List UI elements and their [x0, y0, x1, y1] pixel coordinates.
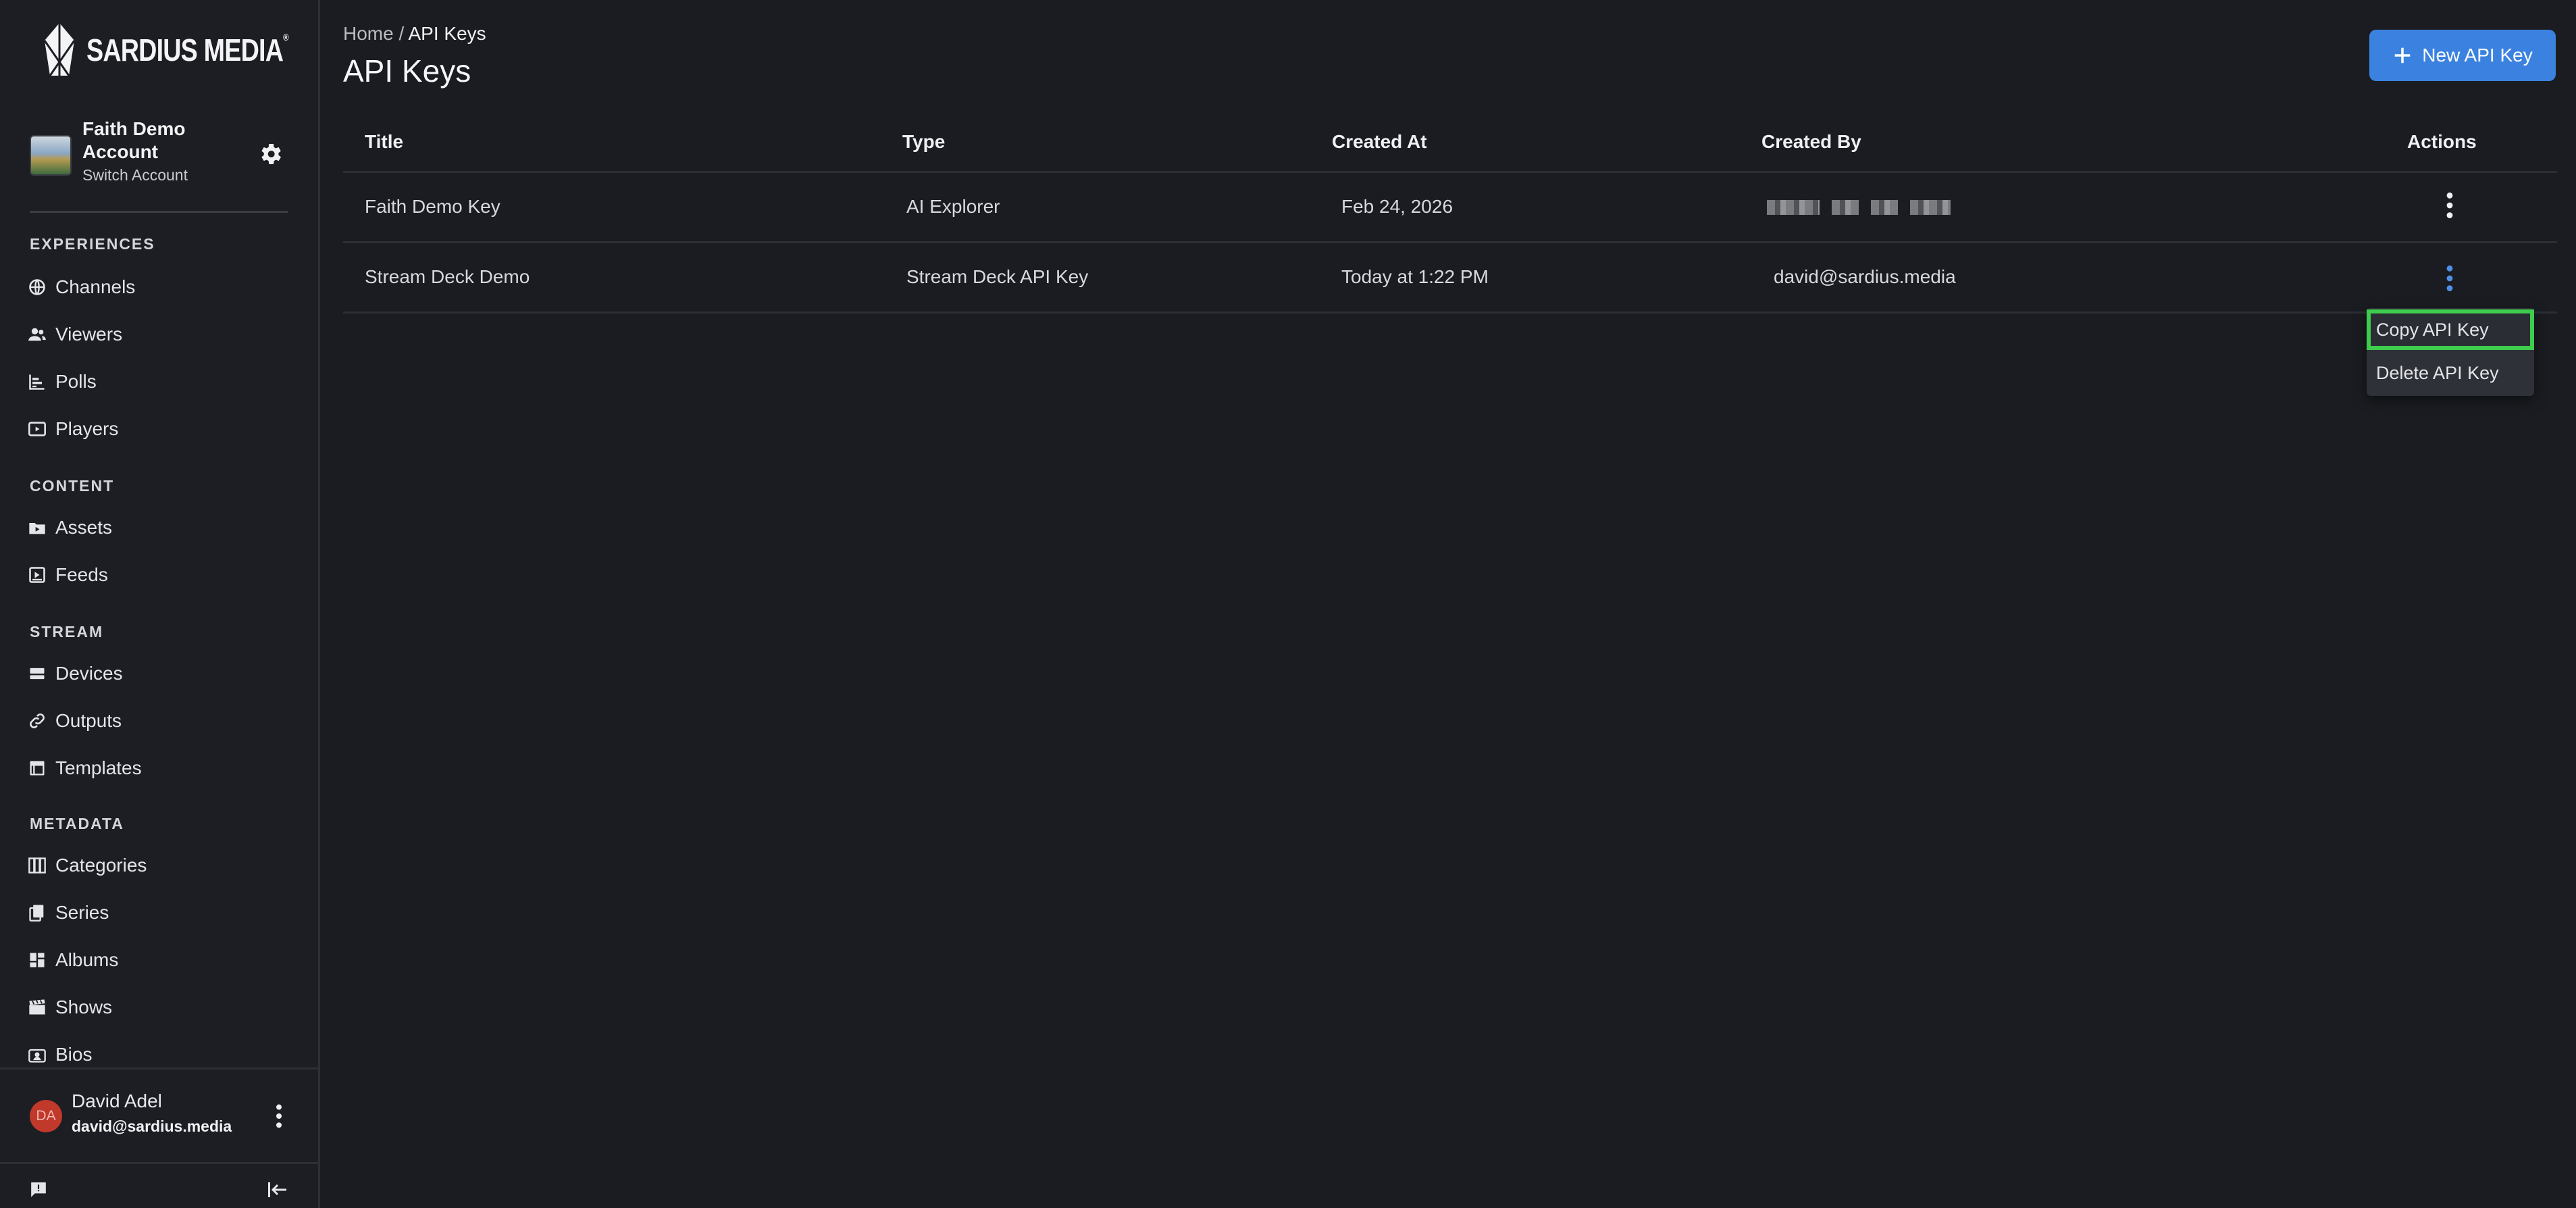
stack-icon: [26, 901, 49, 924]
user-email: david@sardius.media: [72, 1117, 232, 1135]
row-title: Faith Demo Key: [365, 196, 500, 217]
account-switcher[interactable]: Faith Demo Account Switch Account: [30, 115, 293, 196]
sidebar-item-label: Bios: [55, 1044, 93, 1065]
account-name: Faith Demo Account: [82, 118, 186, 162]
column-actions: Actions: [2407, 131, 2477, 152]
folder-play-icon: [26, 516, 49, 539]
new-api-key-button[interactable]: New API Key: [2369, 30, 2556, 81]
sidebar-item-shows[interactable]: Shows: [26, 990, 296, 1024]
template-icon: [26, 757, 49, 780]
sidebar-item-label: Templates: [55, 757, 142, 778]
sidebar-item-label: Outputs: [55, 710, 122, 731]
sidebar-item-label: Players: [55, 418, 119, 439]
sidebar-item-categories[interactable]: Categories: [26, 849, 296, 882]
table-header: Title Type Created At Created By Actions: [343, 119, 2557, 173]
row-created-by-redacted: [1767, 200, 1951, 215]
section-metadata: METADATA: [30, 815, 124, 832]
sidebar-item-feeds[interactable]: Feeds: [26, 558, 296, 592]
id-badge-icon: [26, 1043, 49, 1066]
row-type: AI Explorer: [906, 196, 1000, 217]
breadcrumb-home[interactable]: Home: [343, 23, 394, 44]
row-actions-icon[interactable]: [2438, 191, 2461, 220]
column-created-at[interactable]: Created At: [1332, 131, 1427, 153]
divider: [30, 211, 288, 213]
sidebar-item-bios[interactable]: Bios: [26, 1038, 296, 1072]
row-created-by: david@sardius.media: [1774, 266, 1956, 287]
row-created-at: Feb 24, 2026: [1341, 196, 1453, 217]
page-title: API Keys: [343, 53, 471, 89]
sidebar-item-players[interactable]: Players: [26, 412, 296, 446]
row-actions-icon[interactable]: [2438, 263, 2461, 293]
sidebar-item-label: Series: [55, 902, 109, 923]
bar-chart-icon: [26, 370, 49, 393]
users-icon: [26, 323, 49, 346]
sidebar-item-label: Polls: [55, 371, 97, 392]
new-api-key-label: New API Key: [2422, 45, 2533, 66]
column-title[interactable]: Title: [365, 131, 403, 153]
column-created-by[interactable]: Created By: [1761, 131, 1861, 153]
section-experiences: EXPERIENCES: [30, 235, 155, 253]
sidebar-item-polls[interactable]: Polls: [26, 365, 296, 399]
user-name: David Adel: [72, 1090, 162, 1111]
divider: [0, 1162, 320, 1164]
globe-icon: [26, 276, 49, 299]
gear-icon[interactable]: [257, 141, 284, 168]
sidebar-item-channels[interactable]: Channels: [26, 270, 296, 304]
play-icon: [26, 418, 49, 441]
divider: [0, 1067, 320, 1069]
sidebar-item-label: Assets: [55, 517, 113, 538]
user-menu-icon[interactable]: [269, 1103, 289, 1130]
column-type[interactable]: Type: [902, 131, 945, 153]
sidebar-item-label: Categories: [55, 855, 147, 876]
sidebar-item-label: Viewers: [55, 324, 123, 345]
link-icon: [26, 709, 49, 732]
sidebar: SARDIUS MEDIA® Faith Demo Account Switch…: [0, 0, 320, 1208]
breadcrumb-current: API Keys: [408, 23, 486, 44]
sidebar-item-label: Feeds: [55, 564, 108, 585]
sidebar-item-series[interactable]: Series: [26, 896, 296, 930]
sidebar-item-albums[interactable]: Albums: [26, 943, 296, 977]
clapper-icon: [26, 996, 49, 1019]
brand-crystal-icon: [43, 23, 76, 76]
feedback-icon[interactable]: [30, 1181, 47, 1199]
sidebar-item-label: Shows: [55, 997, 113, 1017]
sidebar-item-label: Channels: [55, 276, 136, 297]
feed-icon: [26, 563, 49, 586]
brand-logo[interactable]: SARDIUS MEDIA®: [42, 20, 332, 80]
sidebar-item-assets[interactable]: Assets: [26, 511, 296, 545]
sidebar-item-label: Devices: [55, 663, 123, 684]
brand-name: SARDIUS MEDIA®: [86, 32, 289, 68]
switch-account-link[interactable]: Switch Account: [82, 166, 188, 184]
row-created-at: Today at 1:22 PM: [1341, 266, 1489, 287]
copy-api-key-menu-item[interactable]: Copy API Key: [2367, 309, 2534, 350]
row-actions-menu: Copy API Key Delete API Key: [2367, 308, 2534, 396]
breadcrumb-separator: /: [398, 23, 405, 44]
table-row[interactable]: Faith Demo Key AI Explorer Feb 24, 2026: [343, 173, 2557, 243]
sidebar-item-devices[interactable]: Devices: [26, 657, 296, 690]
server-icon: [26, 662, 49, 685]
sidebar-item-viewers[interactable]: Viewers: [26, 318, 296, 351]
section-content: CONTENT: [30, 477, 115, 495]
collapse-sidebar-icon[interactable]: [266, 1180, 289, 1200]
delete-api-key-menu-item[interactable]: Delete API Key: [2367, 353, 2534, 393]
section-stream: STREAM: [30, 623, 104, 640]
account-thumbnail: [30, 135, 72, 176]
sidebar-item-outputs[interactable]: Outputs: [26, 704, 296, 738]
sidebar-item-templates[interactable]: Templates: [26, 751, 296, 785]
plus-icon: [2395, 47, 2411, 64]
breadcrumb: Home / API Keys: [343, 23, 486, 45]
avatar[interactable]: DA: [30, 1100, 62, 1132]
row-type: Stream Deck API Key: [906, 266, 1089, 287]
grid-icon: [26, 854, 49, 877]
row-title: Stream Deck Demo: [365, 266, 530, 287]
sidebar-item-label: Albums: [55, 949, 119, 970]
dashboard-icon: [26, 949, 49, 972]
table-row[interactable]: Stream Deck Demo Stream Deck API Key Tod…: [343, 243, 2557, 313]
app-root: SARDIUS MEDIA® Faith Demo Account Switch…: [0, 0, 2576, 1208]
